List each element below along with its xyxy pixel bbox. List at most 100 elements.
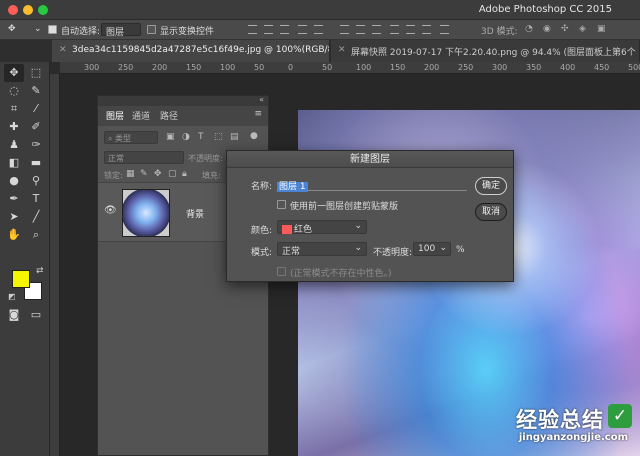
brush-tool-icon[interactable]: ✐ <box>26 118 46 136</box>
marquee-tool-icon[interactable]: ⬚ <box>26 64 46 82</box>
zoom-window-button[interactable] <box>38 5 48 15</box>
auto-select-checkbox[interactable] <box>48 25 57 34</box>
document-tab-2[interactable]: ✕ 屏幕快照 2019-07-17 下午2.20.40.png @ 94.4% … <box>331 40 640 62</box>
gradient-tool-icon[interactable]: ▬ <box>26 154 46 172</box>
dodge-tool-icon[interactable]: ⚲ <box>26 172 46 190</box>
mode-label: 模式: <box>251 248 273 258</box>
filter-type-icon[interactable]: T <box>198 132 204 142</box>
swap-colors-icon[interactable]: ⇄ <box>36 266 44 276</box>
panel-tab-strip: 图层 通道 路径 ≡ <box>98 106 268 126</box>
move-tool-icon[interactable]: ✥ <box>8 24 16 34</box>
align-bottom-icon[interactable] <box>280 25 289 34</box>
minimize-window-button[interactable] <box>23 5 33 15</box>
lock-all-icon[interactable]: 🔒︎ <box>182 169 187 179</box>
hand-tool-icon[interactable]: ✋ <box>4 226 24 244</box>
blend-mode-dropdown[interactable]: 正常 ⌄ <box>277 242 367 257</box>
align-middle-icon[interactable] <box>264 25 273 34</box>
lasso-tool-icon[interactable]: ◌ <box>4 82 24 100</box>
filter-toggle-icon[interactable]: ● <box>250 131 258 141</box>
ruler-tick-label: 300 <box>492 63 508 72</box>
quick-mask-icon[interactable]: ◙ <box>4 306 24 324</box>
distribute-bottom-icon[interactable] <box>372 25 381 34</box>
collapse-panel-icon[interactable]: « <box>259 95 264 104</box>
mode-value: 正常 <box>282 247 301 257</box>
eraser-tool-icon[interactable]: ◧ <box>4 154 24 172</box>
watermark-check-icon: ✓ <box>608 404 632 428</box>
zoom-tool-icon[interactable]: ⌕ <box>26 226 46 244</box>
3d-orbit-icon[interactable]: ◔ <box>525 24 533 34</box>
clone-stamp-tool-icon[interactable]: ♟ <box>4 136 24 154</box>
opacity-input[interactable]: 100 ⌄ <box>413 242 451 256</box>
pen-tool-icon[interactable]: ✒ <box>4 190 24 208</box>
layer-color-dropdown[interactable]: 红色 ⌄ <box>277 220 367 235</box>
panel-menu-icon[interactable]: ≡ <box>254 109 262 119</box>
chevron-down-icon[interactable]: ⌄ <box>34 24 42 34</box>
close-tab-icon[interactable]: ✕ <box>338 45 346 55</box>
auto-align-icon[interactable] <box>440 25 449 34</box>
tab-paths[interactable]: 路径 <box>160 109 178 122</box>
align-left-icon[interactable] <box>298 25 307 34</box>
blend-mode-value: 正常 <box>108 154 124 163</box>
lock-paint-icon[interactable]: ✎ <box>140 169 148 179</box>
3d-pan-icon[interactable]: ✣ <box>561 24 569 34</box>
lock-position-icon[interactable]: ✥ <box>154 169 162 179</box>
align-top-icon[interactable] <box>248 25 257 34</box>
document-tab-1[interactable]: ✕ 3dea34c1159845d2a47287e5c16f49e.jpg @ … <box>52 40 330 62</box>
ok-button[interactable]: 确定 <box>475 177 507 195</box>
quick-select-tool-icon[interactable]: ✎ <box>26 82 46 100</box>
photoshop-window: Adobe Photoshop CC 2015 ✥ ⌄ 自动选择: 图层 显示变… <box>0 0 640 456</box>
screen-mode-icon[interactable]: ▭ <box>26 306 46 324</box>
lock-pixels-icon[interactable]: ▦ <box>126 169 135 179</box>
neutral-color-label: (正常模式不存在中性色。) <box>290 269 392 279</box>
cancel-button[interactable]: 取消 <box>475 203 507 221</box>
layer-thumbnail <box>122 189 170 237</box>
show-transform-checkbox[interactable] <box>147 25 156 34</box>
3d-roll-icon[interactable]: ◉ <box>543 24 551 34</box>
blend-mode-dropdown[interactable]: 正常 <box>104 151 184 164</box>
move-tool-icon[interactable]: ✥ <box>4 64 24 82</box>
options-bar: ✥ ⌄ 自动选择: 图层 显示变换控件 3D 模式: ◔ ◉ ✣ ◈ ▣ <box>0 20 640 40</box>
tab-layers[interactable]: 图层 <box>106 109 124 122</box>
healing-brush-tool-icon[interactable]: ✚ <box>4 118 24 136</box>
ruler-tick-label: 200 <box>424 63 440 72</box>
visibility-eye-icon[interactable]: 👁︎ <box>104 205 117 216</box>
history-brush-tool-icon[interactable]: ✑ <box>26 136 46 154</box>
filter-shape-icon[interactable]: ⬚ <box>214 132 223 142</box>
tab-channels[interactable]: 通道 <box>132 109 150 122</box>
layer-filter-dropdown[interactable]: ⌕ 类型 <box>104 131 158 144</box>
lock-artboard-icon[interactable]: ▢ <box>168 169 177 179</box>
crop-tool-icon[interactable]: ⌗ <box>4 100 24 118</box>
distribute-middle-icon[interactable] <box>356 25 365 34</box>
distribute-right-icon[interactable] <box>422 25 431 34</box>
ruler-tick-label: 100 <box>356 63 372 72</box>
chevron-down-icon: ⌄ <box>439 243 447 253</box>
blur-tool-icon[interactable]: ● <box>4 172 24 190</box>
default-colors-icon[interactable]: ◩ <box>8 292 16 301</box>
clip-mask-checkbox[interactable] <box>277 200 286 209</box>
path-select-tool-icon[interactable]: ➤ <box>4 208 24 226</box>
opacity-label: 不透明度: <box>373 248 413 258</box>
line-tool-icon[interactable]: ╱ <box>26 208 46 226</box>
distribute-left-icon[interactable] <box>390 25 399 34</box>
align-center-icon[interactable] <box>314 25 323 34</box>
filter-smart-object-icon[interactable]: ▤ <box>230 132 239 142</box>
eyedropper-tool-icon[interactable]: ⁄ <box>26 100 46 118</box>
close-window-button[interactable] <box>8 5 18 15</box>
auto-select-dropdown[interactable]: 图层 <box>101 23 141 38</box>
3d-slide-icon[interactable]: ◈ <box>579 24 586 34</box>
clip-mask-label: 使用前一图层创建剪贴蒙版 <box>290 202 399 212</box>
3d-mode-label: 3D 模式: <box>481 27 518 37</box>
opacity-label: 不透明度: <box>188 154 223 163</box>
filter-pixel-icon[interactable]: ▣ <box>166 132 175 142</box>
tools-panel: ✥ ⬚ ◌ ✎ ⌗ ⁄ ✚ ✐ ♟ ✑ ◧ ▬ ● ⚲ ✒ T ➤ ╱ ✋ ⌕ … <box>0 62 50 456</box>
distribute-center-icon[interactable] <box>406 25 415 34</box>
3d-scale-icon[interactable]: ▣ <box>597 24 606 34</box>
ruler-tick-label: 450 <box>594 63 610 72</box>
distribute-top-icon[interactable] <box>340 25 349 34</box>
close-tab-icon[interactable]: ✕ <box>59 45 67 55</box>
layer-name-input[interactable]: 图层 1 <box>277 179 467 192</box>
show-transform-label: 显示变换控件 <box>160 27 215 37</box>
filter-adjustment-icon[interactable]: ◑ <box>182 132 190 142</box>
type-tool-icon[interactable]: T <box>26 190 46 208</box>
neutral-color-checkbox <box>277 267 286 276</box>
